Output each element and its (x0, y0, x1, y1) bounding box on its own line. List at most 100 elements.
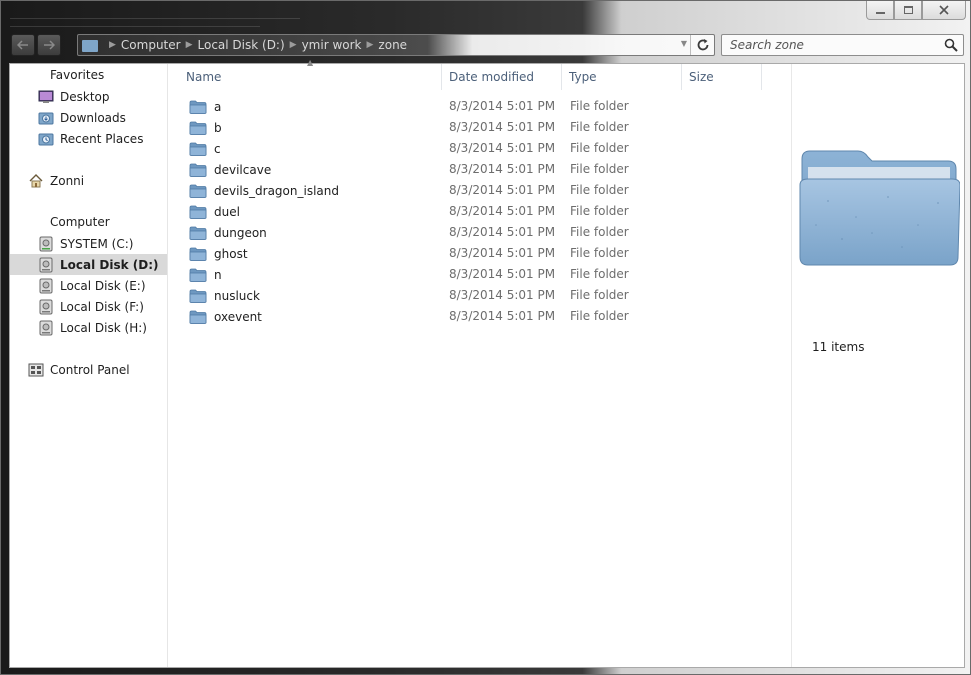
breadcrumb-computer[interactable]: Computer (121, 38, 181, 52)
item-count: 11 items (812, 340, 865, 354)
history-buttons (11, 34, 61, 56)
file-date-modified: 8/3/2014 5:01 PM (449, 309, 556, 323)
file-name-cell: a (185, 96, 221, 117)
sidebar-item-user-zonni[interactable]: Zonni (10, 170, 167, 191)
column-header-date-modified[interactable]: Date modified (442, 64, 562, 90)
file-name: devils_dragon_island (214, 183, 339, 198)
maximize-icon (903, 6, 913, 14)
file-row[interactable]: devils_dragon_island 8/3/2014 5:01 PM File… (185, 180, 765, 201)
sidebar-item-label: Local Disk (F:) (60, 299, 144, 314)
search-input[interactable]: Search zone (730, 38, 804, 52)
file-row[interactable]: nusluck 8/3/2014 5:01 PM File folder (185, 285, 765, 306)
sidebar-item-drive-f[interactable]: Local Disk (F:) (10, 296, 167, 317)
sidebar-item-drive-d[interactable]: Local Disk (D:) (10, 254, 167, 275)
file-name-cell: ghost (185, 243, 248, 264)
close-icon (939, 5, 949, 15)
explorer-client-area: Favorites Desktop Downloads Recent Place… (9, 58, 965, 668)
sidebar-item-label: Zonni (50, 173, 85, 188)
forward-button[interactable] (37, 34, 61, 56)
downloads-icon (38, 112, 54, 124)
file-date-modified: 8/3/2014 5:01 PM (449, 288, 556, 302)
close-button[interactable] (922, 1, 966, 20)
file-row[interactable]: dungeon 8/3/2014 5:01 PM File folder (185, 222, 765, 243)
file-row[interactable]: n 8/3/2014 5:01 PM File folder (185, 264, 765, 285)
sidebar-item-label: Local Disk (D:) (60, 257, 159, 272)
sidebar-item-drive-e[interactable]: Local Disk (E:) (10, 275, 167, 296)
address-bar[interactable]: ▶ Computer ▶ Local Disk (D:) ▶ ymir work… (77, 34, 715, 56)
sidebar-item-drive-c[interactable]: SYSTEM (C:) (10, 233, 167, 254)
file-row[interactable]: oxevent 8/3/2014 5:01 PM File folder (185, 306, 765, 327)
navigation-row: ▶ Computer ▶ Local Disk (D:) ▶ ymir work… (1, 31, 970, 61)
back-arrow-icon (17, 40, 28, 50)
explorer-window: ▶ Computer ▶ Local Disk (D:) ▶ ymir work… (0, 0, 971, 675)
folder-icon (189, 268, 207, 282)
file-name: nusluck (214, 288, 260, 303)
refresh-icon (697, 39, 708, 51)
file-name: dungeon (214, 225, 267, 240)
hard-drive-icon (39, 278, 53, 293)
folder-icon (189, 121, 207, 135)
hard-drive-icon (39, 257, 53, 272)
sidebar-item-control-panel[interactable]: Control Panel (10, 359, 167, 380)
search-icon[interactable] (944, 38, 958, 52)
sidebar-item-drive-h[interactable]: Local Disk (H:) (10, 317, 167, 338)
sidebar-item-desktop[interactable]: Desktop (10, 86, 167, 107)
hard-drive-icon (39, 236, 53, 251)
file-row[interactable]: devilcave 8/3/2014 5:01 PM File folder (185, 159, 765, 180)
file-date-modified: 8/3/2014 5:01 PM (449, 120, 556, 134)
minimize-button[interactable] (866, 1, 894, 20)
hard-drive-icon (39, 299, 53, 314)
chevron-down-icon[interactable]: ▼ (681, 39, 687, 48)
file-type: File folder (570, 120, 629, 134)
file-name-cell: b (185, 117, 222, 138)
file-name-cell: c (185, 138, 221, 159)
folder-icon (189, 310, 207, 324)
sidebar-item-recent-places[interactable]: Recent Places (10, 128, 167, 149)
folder-icon (189, 163, 207, 177)
file-row[interactable]: ghost 8/3/2014 5:01 PM File folder (185, 243, 765, 264)
file-list: ▲ Name Date modified Type Size a 8/3/2014… (179, 58, 791, 667)
file-row[interactable]: c 8/3/2014 5:01 PM File folder (185, 138, 765, 159)
file-name: b (214, 120, 222, 135)
breadcrumb-separator-icon[interactable]: ▶ (290, 40, 297, 50)
file-date-modified: 8/3/2014 5:01 PM (449, 246, 556, 260)
column-header-size[interactable]: Size (682, 64, 762, 90)
hard-drive-icon (39, 320, 53, 335)
back-button[interactable] (11, 34, 35, 56)
title-bar (1, 1, 970, 31)
file-type: File folder (570, 99, 629, 113)
column-header-name[interactable]: Name (179, 64, 442, 90)
sidebar-item-label: Recent Places (60, 131, 144, 146)
forward-arrow-icon (44, 40, 55, 50)
column-header-type[interactable]: Type (562, 64, 682, 90)
refresh-button[interactable] (690, 35, 714, 55)
breadcrumb-separator-icon[interactable]: ▶ (367, 40, 374, 50)
preview-pane: 11 items (791, 64, 964, 667)
file-row[interactable]: duel 8/3/2014 5:01 PM File folder (185, 201, 765, 222)
control-panel-icon (28, 363, 44, 376)
file-type: File folder (570, 246, 629, 260)
file-name: duel (214, 204, 240, 219)
favorites-header[interactable]: Favorites (50, 68, 104, 82)
breadcrumb-local-disk-d[interactable]: Local Disk (D:) (198, 38, 285, 52)
breadcrumb-ymir-work[interactable]: ymir work (302, 38, 362, 52)
navigation-pane: Favorites Desktop Downloads Recent Place… (10, 64, 168, 667)
file-type: File folder (570, 204, 629, 218)
breadcrumb-separator-icon[interactable]: ▶ (109, 40, 116, 50)
file-type: File folder (570, 183, 629, 197)
file-name: devilcave (214, 162, 272, 177)
maximize-button[interactable] (894, 1, 922, 20)
file-date-modified: 8/3/2014 5:01 PM (449, 267, 556, 281)
folder-icon (189, 226, 207, 240)
breadcrumb-separator-icon[interactable]: ▶ (186, 40, 193, 50)
file-type: File folder (570, 267, 629, 281)
breadcrumb-zone[interactable]: zone (378, 38, 407, 52)
file-type: File folder (570, 309, 629, 323)
file-row[interactable]: a 8/3/2014 5:01 PM File folder (185, 96, 765, 117)
file-row[interactable]: b 8/3/2014 5:01 PM File folder (185, 117, 765, 138)
folder-icon (189, 247, 207, 261)
search-box[interactable]: Search zone (721, 34, 964, 56)
computer-header[interactable]: Computer (50, 215, 110, 229)
folder-icon (189, 289, 207, 303)
sidebar-item-downloads[interactable]: Downloads (10, 107, 167, 128)
